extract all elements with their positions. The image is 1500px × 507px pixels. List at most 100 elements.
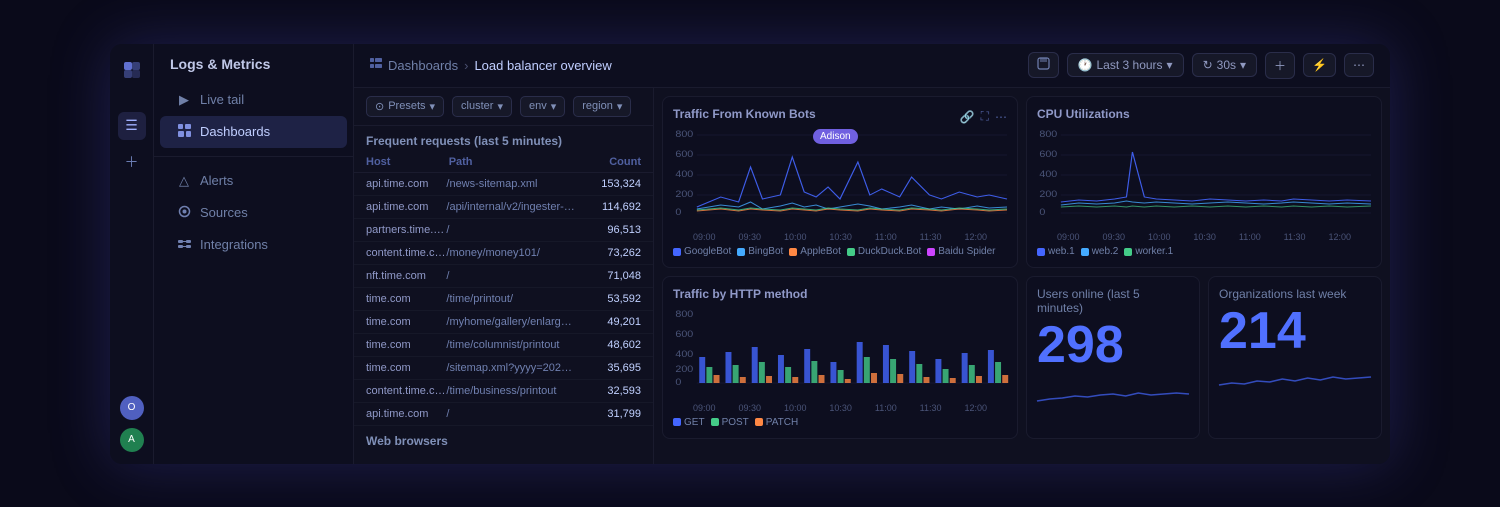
lightning-button[interactable]: ⚡: [1303, 53, 1336, 77]
breadcrumb-parent[interactable]: Dashboards: [388, 58, 458, 73]
sidebar-item-alerts[interactable]: △ Alerts: [160, 165, 347, 197]
rail-plus-icon[interactable]: ＋: [118, 148, 146, 176]
avatar-2[interactable]: A: [120, 428, 144, 452]
cell-host: time.com: [366, 293, 446, 305]
refresh-button[interactable]: ↻ 30s ▾: [1192, 53, 1257, 77]
table-body: api.time.com /news-sitemap.xml 153,324 a…: [354, 173, 653, 426]
web-browsers-section: Web browsers: [354, 426, 653, 452]
breadcrumb-icon: [370, 58, 382, 73]
svg-text:600: 600: [675, 330, 693, 340]
time-range-button[interactable]: 🕐 Last 3 hours ▾: [1067, 53, 1184, 77]
lightning-icon: ⚡: [1312, 58, 1327, 72]
http-x-6: 12:00: [964, 403, 987, 413]
cpu-legend: web.1 web.2 worker.1: [1037, 246, 1371, 257]
cell-count: 114,692: [581, 201, 641, 213]
cell-host: nft.time.com: [366, 270, 446, 282]
legend-bingbot: BingBot: [737, 246, 783, 257]
sidebar-item-dashboards[interactable]: Dashboards: [160, 116, 347, 148]
cell-host: api.time.com: [366, 201, 446, 213]
right-panel: Traffic From Known Bots 🔗 ⛶ ⋯ 800 600 4: [654, 88, 1390, 464]
cell-path: /money/money101/: [446, 247, 581, 259]
users-sparkline: [1037, 371, 1189, 428]
legend-applebot: AppleBot: [789, 246, 841, 257]
clock-icon: 🕐: [1078, 58, 1093, 72]
presets-button[interactable]: ⊙ Presets ▾: [366, 96, 444, 117]
cell-host: api.time.com: [366, 178, 446, 190]
cell-path: /api/internal/v2/ingester-muta...: [446, 201, 581, 213]
table-row[interactable]: content.time.com /money/money101/ 73,262: [354, 242, 653, 265]
bots-x-6: 12:00: [964, 232, 987, 242]
cell-host: content.time.com: [366, 385, 446, 397]
cell-host: time.com: [366, 362, 446, 374]
dropdown-icon: ▾: [1167, 58, 1173, 72]
env-filter[interactable]: env ▾: [520, 96, 565, 117]
sidebar-item-livetail[interactable]: ▶ Live tail: [160, 84, 347, 116]
cell-host: content.time.com: [366, 247, 446, 259]
cell-path: /time/columnist/printout: [446, 339, 581, 351]
breadcrumb-separator: ›: [464, 58, 468, 73]
http-x-3: 10:30: [829, 403, 852, 413]
table-section-title: Frequent requests (last 5 minutes): [354, 126, 653, 152]
more-chart-icon[interactable]: ⋯: [995, 110, 1007, 124]
http-x-5: 11:30: [920, 403, 942, 413]
sidebar-item-sources[interactable]: Sources: [160, 197, 347, 229]
svg-text:800: 800: [1039, 129, 1057, 139]
chart-cpu: CPU Utilizations 800 600 400 200 0: [1026, 96, 1382, 269]
table-row[interactable]: api.time.com /api/internal/v2/ingester-m…: [354, 196, 653, 219]
expand-icon[interactable]: ⛶: [981, 109, 989, 124]
presets-chevron: ▾: [430, 100, 436, 113]
table-row[interactable]: content.time.com /time/business/printout…: [354, 380, 653, 403]
left-panel: ⊙ Presets ▾ cluster ▾ env ▾ region ▾: [354, 88, 654, 464]
bots-x-4: 11:00: [875, 232, 897, 242]
legend-web2: web.2: [1081, 246, 1119, 257]
cell-path: /: [446, 224, 581, 236]
svg-text:200: 200: [1039, 189, 1057, 199]
rail-menu-icon[interactable]: ☰: [118, 112, 146, 140]
save-button[interactable]: [1028, 52, 1059, 78]
svg-text:400: 400: [675, 169, 693, 179]
integrations-icon: [176, 237, 192, 253]
orgs-week-title: Organizations last week: [1219, 287, 1371, 301]
table-row[interactable]: api.time.com /news-sitemap.xml 153,324: [354, 173, 653, 196]
add-panel-button[interactable]: ＋: [1265, 52, 1295, 79]
env-chevron: ▾: [551, 100, 557, 113]
refresh-icon: ↻: [1203, 58, 1213, 72]
table-row[interactable]: nft.time.com / 71,048: [354, 265, 653, 288]
cpu-x-2: 10:00: [1148, 232, 1171, 242]
orgs-week-value: 214: [1219, 305, 1371, 357]
svg-text:0: 0: [1039, 207, 1046, 217]
sidebar-item-integrations[interactable]: Integrations: [160, 229, 347, 261]
region-chevron: ▾: [617, 100, 623, 113]
cpu-x-4: 11:00: [1239, 232, 1261, 242]
cluster-chevron: ▾: [497, 100, 503, 113]
more-options-button[interactable]: ⋯: [1344, 53, 1374, 77]
table-row[interactable]: time.com /sitemap.xml?yyyy=2023&mm... 35…: [354, 357, 653, 380]
icon-rail: ☰ ＋ O A: [110, 44, 154, 464]
dropdown-icon-2: ▾: [1240, 58, 1246, 72]
avatar-1[interactable]: O: [120, 396, 144, 420]
cell-count: 49,201: [581, 316, 641, 328]
http-x-2: 10:00: [784, 403, 807, 413]
http-chart-area: 800 600 400 200 0: [673, 307, 1007, 401]
region-filter[interactable]: region ▾: [573, 96, 631, 117]
cell-count: 96,513: [581, 224, 641, 236]
cell-count: 53,592: [581, 293, 641, 305]
table-row[interactable]: partners.time.com / 96,513: [354, 219, 653, 242]
link-icon[interactable]: 🔗: [960, 110, 975, 124]
table-row[interactable]: time.com /myhome/gallery/enlarged/pr... …: [354, 311, 653, 334]
chart-http-title: Traffic by HTTP method: [673, 287, 1007, 301]
content-area: ⊙ Presets ▾ cluster ▾ env ▾ region ▾: [354, 88, 1390, 464]
alerts-icon: △: [176, 173, 192, 189]
cell-count: 31,799: [581, 408, 641, 420]
cluster-filter[interactable]: cluster ▾: [452, 96, 512, 117]
table-row[interactable]: api.time.com / 31,799: [354, 403, 653, 426]
cpu-chart-area: 800 600 400 200 0: [1037, 127, 1371, 231]
table-row[interactable]: time.com /time/columnist/printout 48,602: [354, 334, 653, 357]
http-x-0: 09:00: [693, 403, 716, 413]
table-row[interactable]: time.com /time/printout/ 53,592: [354, 288, 653, 311]
legend-web1: web.1: [1037, 246, 1075, 257]
cell-host: api.time.com: [366, 408, 446, 420]
bots-x-5: 11:30: [920, 232, 942, 242]
save-icon: [1037, 57, 1050, 73]
users-online-card: Users online (last 5 minutes) 298: [1026, 276, 1200, 439]
